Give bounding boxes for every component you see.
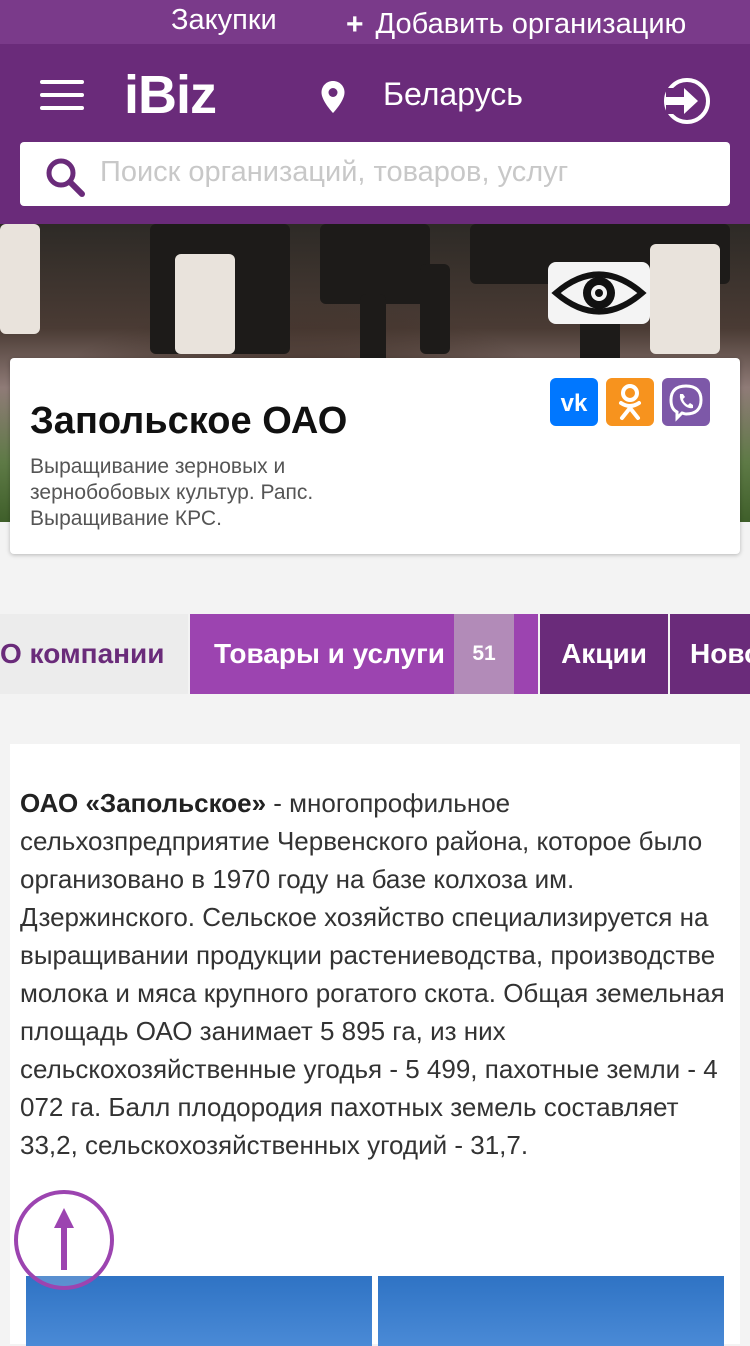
company-description: Выращивание зерновых и зернобобовых куль…: [30, 455, 314, 530]
about-text: ОАО «Запольское» - многопрофильное сельх…: [20, 784, 728, 1164]
company-name: Запольское ОАО: [30, 400, 348, 442]
top-strip: Закупки + Добавить организацию: [0, 0, 750, 44]
tab-goods-services[interactable]: Товары и услуги 51: [190, 614, 538, 694]
procurement-link[interactable]: Закупки: [171, 4, 277, 37]
header: iBiz Беларусь Поиск организаций, товаров…: [0, 44, 750, 224]
region-selector[interactable]: Беларусь: [383, 76, 523, 113]
arrow-up-icon: [54, 1208, 74, 1270]
about-company-name: ОАО «Запольское»: [20, 788, 267, 818]
tab-goods-label: Товары и услуги: [214, 638, 445, 669]
tab-news[interactable]: Новости: [670, 614, 750, 694]
about-section: ОАО «Запольское» - многопрофильное сельх…: [10, 744, 740, 1346]
svg-text:vk: vk: [561, 390, 588, 417]
menu-icon[interactable]: [40, 80, 84, 110]
search-input[interactable]: Поиск организаций, товаров, услуг: [100, 156, 568, 189]
plus-icon: +: [346, 7, 364, 41]
vk-icon[interactable]: vk: [550, 378, 598, 426]
tab-news-label: Новости: [690, 638, 750, 669]
viber-icon[interactable]: [662, 378, 710, 426]
company-tabs: О компании Товары и услуги 51 Акции Ново…: [0, 614, 750, 694]
company-card: Запольское ОАО Выращивание зерновых и зе…: [10, 358, 740, 554]
scroll-top-button[interactable]: [14, 1190, 114, 1290]
location-pin-icon[interactable]: [320, 80, 346, 119]
tab-about[interactable]: О компании: [0, 614, 188, 694]
search-icon: [46, 158, 85, 197]
tab-promotions[interactable]: Акции: [540, 614, 668, 694]
goods-count-badge: 51: [454, 614, 514, 694]
search-bar[interactable]: Поиск организаций, товаров, услуг: [20, 142, 730, 206]
add-organization-link[interactable]: + Добавить организацию: [346, 8, 686, 41]
about-body: - многопрофильное сельхозпредприятие Чер…: [20, 788, 725, 1160]
eye-icon[interactable]: [548, 262, 650, 324]
gallery-photo[interactable]: [378, 1276, 724, 1346]
login-icon[interactable]: [662, 76, 712, 131]
odnoklassniki-icon[interactable]: [606, 378, 654, 426]
logo[interactable]: iBiz: [124, 64, 217, 126]
add-organization-label: Добавить организацию: [375, 8, 687, 40]
